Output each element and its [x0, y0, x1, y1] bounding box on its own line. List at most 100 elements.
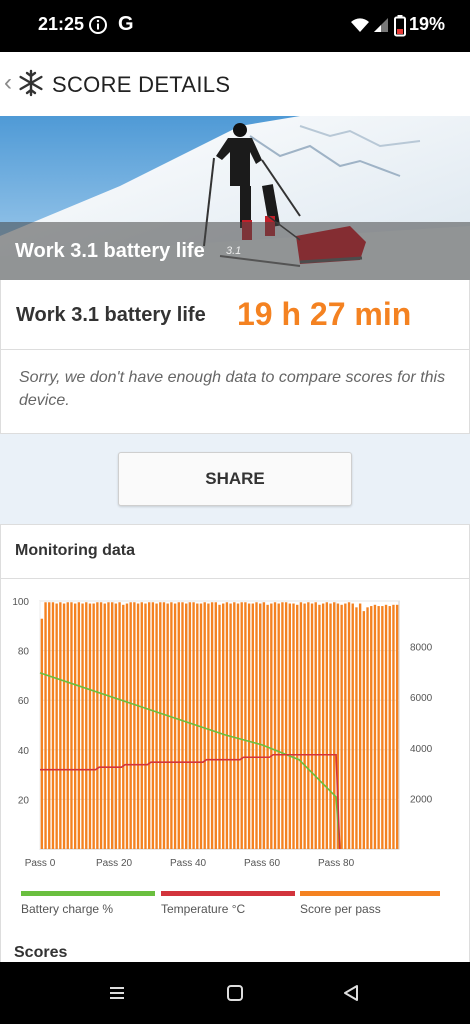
home-icon[interactable]	[226, 984, 244, 1002]
monitoring-chart: 20 40 60 80 100 2000 4000 6000 8000 Pass 0 Pass 20…	[12, 597, 440, 916]
score-bar	[392, 604, 395, 849]
score-bar	[355, 607, 358, 849]
score-bar	[40, 618, 44, 849]
score-bar	[188, 602, 192, 849]
info-icon	[89, 16, 107, 34]
test-banner-image: Work 3.1 battery life 3.1	[0, 116, 470, 280]
y-left-tick-label: 100	[12, 597, 29, 608]
back-icon[interactable]	[342, 984, 360, 1002]
score-bar	[351, 603, 354, 849]
score-bar	[277, 603, 280, 849]
y-left-tick-label: 40	[18, 746, 30, 757]
score-bar	[166, 603, 169, 849]
score-bar	[155, 603, 158, 849]
score-bar	[110, 602, 114, 849]
y-right-tick-label: 4000	[410, 744, 433, 755]
scores-heading: Scores	[14, 944, 68, 961]
back-arrow-icon[interactable]: ‹	[4, 69, 12, 97]
score-bar	[362, 611, 366, 849]
battery-icon	[394, 15, 406, 37]
score-bar	[259, 603, 262, 849]
y-left-tick-label: 80	[18, 647, 30, 658]
score-bar	[181, 602, 184, 849]
score-bar	[133, 602, 136, 849]
score-bar	[162, 602, 166, 849]
score-bar	[73, 603, 77, 849]
score-bar	[170, 602, 173, 849]
x-tick-label: Pass 40	[170, 858, 207, 869]
score-bar	[222, 603, 225, 849]
y-left-tick-label: 60	[18, 696, 30, 707]
score-bar	[129, 602, 132, 849]
score-bar	[218, 604, 221, 849]
score-bar	[247, 603, 251, 849]
score-bar	[281, 602, 284, 849]
score-bar	[151, 602, 155, 849]
score-bar	[203, 602, 206, 849]
score-bar	[233, 602, 236, 849]
banner-title: Work 3.1 battery life	[15, 240, 205, 262]
score-bar	[229, 603, 232, 849]
score-bar	[333, 602, 336, 849]
y-right-tick-label: 2000	[410, 794, 433, 805]
no-comparison-message: Sorry, we don't have enough data to comp…	[0, 350, 470, 434]
score-bar	[344, 603, 347, 849]
legend-swatch	[300, 891, 440, 896]
score-bar	[270, 603, 273, 849]
score-bar	[273, 602, 277, 849]
monitoring-card: Monitoring data 20 40 60 80 100 2000 4000 6000 8…	[0, 524, 470, 964]
score-bar	[177, 602, 180, 849]
score-bar	[329, 603, 332, 849]
signal-icon	[374, 18, 388, 32]
score-bar	[255, 602, 258, 849]
wifi-icon	[351, 18, 369, 32]
recent-apps-icon[interactable]	[108, 984, 126, 1002]
score-bar	[266, 604, 269, 849]
y-right-tick-label: 8000	[410, 643, 433, 654]
score-bar	[388, 606, 391, 849]
score-bar	[325, 602, 329, 849]
score-bar	[321, 603, 325, 849]
score-bar	[136, 603, 140, 849]
score-bar	[185, 603, 188, 849]
score-bar	[347, 602, 351, 849]
score-bar	[192, 602, 195, 849]
score-bar	[381, 606, 384, 849]
score-bar	[70, 602, 73, 849]
legend-swatch	[21, 891, 155, 896]
banner-version: 3.1	[226, 245, 242, 257]
score-bar	[159, 602, 162, 849]
score-bar	[377, 606, 380, 849]
share-button[interactable]: SHARE	[118, 452, 352, 506]
monitoring-title: Monitoring data	[15, 542, 135, 559]
score-bar	[66, 602, 69, 849]
score-bar	[373, 604, 377, 849]
score-bar	[244, 602, 247, 849]
legend-swatch	[161, 891, 295, 896]
x-tick-label: Pass 80	[318, 858, 355, 869]
score-bar	[284, 602, 288, 849]
score-bar	[114, 603, 118, 849]
score-bar	[370, 606, 373, 849]
score-bar	[303, 603, 306, 849]
legend-label: Battery charge %	[21, 902, 113, 916]
score-bar	[147, 602, 151, 849]
score-bar	[240, 602, 243, 849]
score-bar	[144, 603, 147, 849]
score-bar	[59, 602, 62, 849]
score-bar	[296, 604, 299, 849]
score-bar	[88, 603, 92, 849]
score-bar	[51, 602, 55, 849]
score-bar	[85, 602, 88, 849]
score-bar	[48, 602, 51, 849]
legend-label: Temperature °C	[161, 902, 245, 916]
score-bar	[62, 603, 66, 849]
page-title: SCORE DETAILS	[52, 72, 231, 97]
score-bar	[44, 602, 47, 849]
y-left-tick-label: 20	[18, 795, 30, 806]
score-bar	[103, 603, 106, 849]
score-bar	[292, 603, 295, 849]
score-bar	[236, 603, 240, 849]
score-bar	[358, 603, 362, 849]
score-bar	[366, 607, 369, 849]
